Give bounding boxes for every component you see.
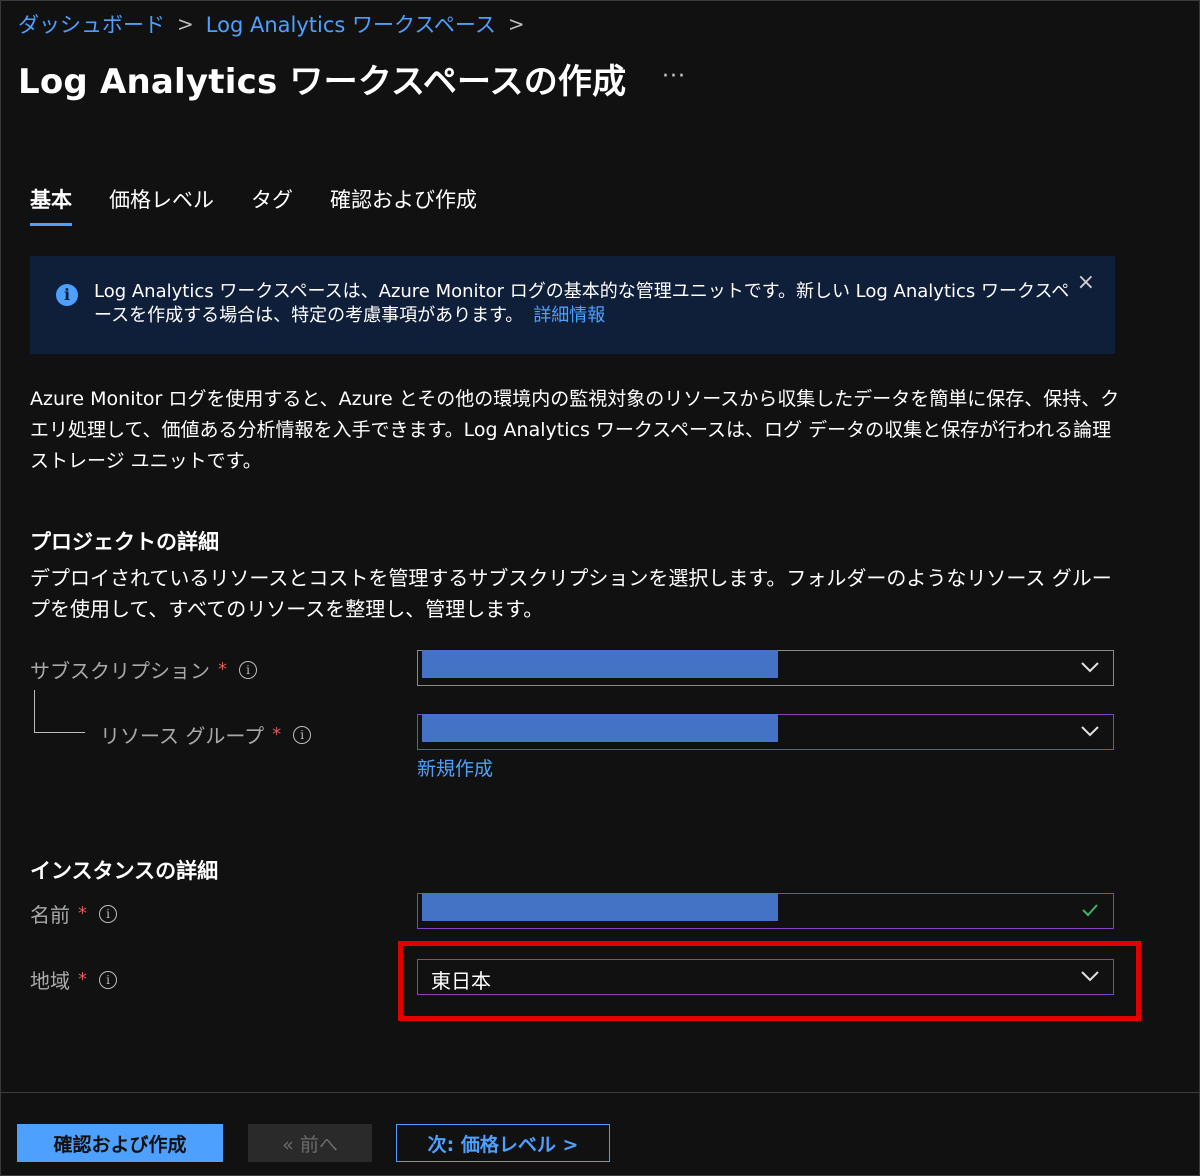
chevron-right-icon: > <box>177 12 194 36</box>
resource-group-dropdown[interactable] <box>417 714 1114 750</box>
tab-bar: 基本 価格レベル タグ 確認および作成 <box>30 184 514 226</box>
create-new-resource-group-link[interactable]: 新規作成 <box>417 754 493 781</box>
instance-details-heading: インスタンスの詳細 <box>30 859 219 883</box>
chevron-down-icon <box>1081 662 1099 673</box>
breadcrumb-dashboard-link[interactable]: ダッシュボード <box>18 9 165 39</box>
breadcrumb: ダッシュボード > Log Analytics ワークスペース > <box>18 10 537 38</box>
name-label-text: 名前 <box>30 903 70 927</box>
more-options-icon[interactable]: ··· <box>662 64 686 89</box>
project-details-heading: プロジェクトの詳細 <box>30 530 219 554</box>
checkmark-icon <box>1082 904 1098 917</box>
project-details-description: デプロイされているリソースとコストを管理するサブスクリプションを選択します。フォ… <box>30 566 1112 621</box>
name-label: 名前 * i <box>30 899 117 928</box>
redacted-value <box>422 650 778 678</box>
required-marker: * <box>78 903 87 924</box>
previous-button[interactable]: « 前へ <box>248 1124 372 1162</box>
redacted-value <box>422 714 778 742</box>
resource-group-label-text: リソース グループ <box>100 724 265 748</box>
tab-basics[interactable]: 基本 <box>30 184 72 226</box>
region-label-text: 地域 <box>30 969 70 993</box>
required-marker: * <box>272 724 282 745</box>
info-circle-icon[interactable]: i <box>293 725 312 744</box>
region-label: 地域 * i <box>30 965 117 994</box>
chevron-right-icon: > <box>507 12 525 36</box>
region-highlight-box <box>398 941 1141 1021</box>
footer-divider <box>0 1092 1200 1093</box>
subscription-label: サブスクリプション * i <box>30 655 257 684</box>
required-marker: * <box>218 659 227 680</box>
review-create-button[interactable]: 確認および作成 <box>17 1124 223 1162</box>
page-description: Azure Monitor ログを使用すると、Azure とその他の環境内の監視… <box>30 388 1120 472</box>
tab-review-create[interactable]: 確認および作成 <box>330 184 477 226</box>
info-circle-icon[interactable]: i <box>239 660 257 679</box>
page-title: Log Analytics ワークスペースの作成 <box>18 62 627 102</box>
learn-more-link[interactable]: 詳細情報 <box>533 305 605 326</box>
breadcrumb-workspaces-link[interactable]: Log Analytics ワークスペース <box>206 9 496 39</box>
subscription-label-text: サブスクリプション <box>30 659 210 683</box>
close-icon[interactable]: × <box>1077 270 1095 295</box>
tab-pricing-tier[interactable]: 価格レベル <box>109 184 214 226</box>
info-banner-text: Log Analytics ワークスペースは、Azure Monitor ログの… <box>94 280 1074 328</box>
subscription-dropdown[interactable] <box>417 650 1114 686</box>
required-marker: * <box>78 969 87 990</box>
info-circle-icon[interactable]: i <box>99 904 117 923</box>
resource-group-label: リソース グループ * i <box>100 720 312 749</box>
info-banner: i Log Analytics ワークスペースは、Azure Monitor ロ… <box>30 256 1115 354</box>
tab-tags[interactable]: タグ <box>251 184 293 226</box>
hierarchy-connector <box>34 690 85 733</box>
info-icon: i <box>56 284 78 306</box>
next-pricing-tier-button[interactable]: 次: 価格レベル > <box>396 1124 610 1162</box>
chevron-down-icon <box>1081 726 1099 737</box>
redacted-value <box>422 893 778 921</box>
info-circle-icon[interactable]: i <box>99 970 117 989</box>
workspace-name-input[interactable] <box>417 893 1114 929</box>
